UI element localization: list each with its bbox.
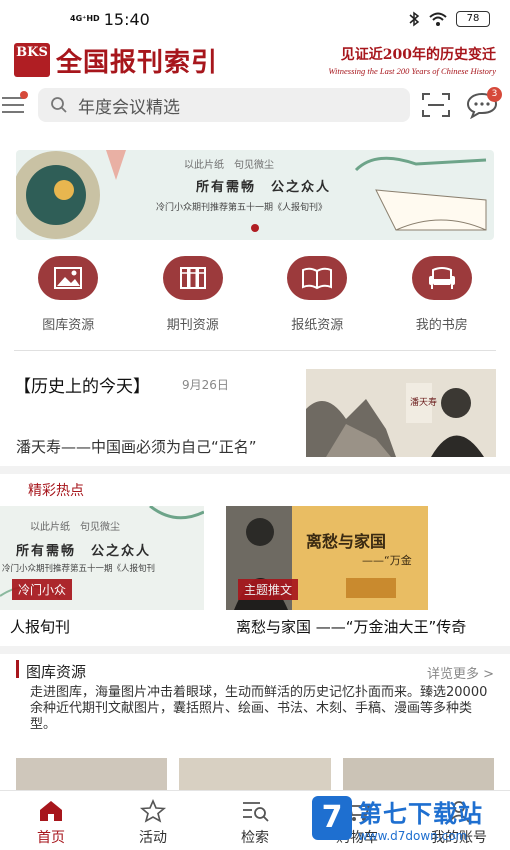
slogan-en: Witnessing the Last 200 Years of Chinese… <box>328 66 496 76</box>
quick-nav-label: 我的书房 <box>415 318 468 333</box>
quick-nav-newspapers[interactable]: 报纸资源 <box>267 256 367 333</box>
scan-icon <box>422 93 450 117</box>
banner-line3: 冷门小众期刊推荐第五十一期《人报旬刊》 <box>156 203 328 213</box>
brand-header: BKS 全国报刊索引 见证近200年的历史变迁 Witnessing the L… <box>0 38 510 82</box>
message-badge: 3 <box>487 87 502 102</box>
tab-search[interactable]: 检索 <box>204 791 306 850</box>
watermark-url: www.d7down.com <box>358 828 468 843</box>
today-history-image[interactable]: 潘天寿 <box>306 369 496 457</box>
hot-card-1-line3: 冷门小众期刊推荐第五十一期《人报旬刊 <box>2 564 156 574</box>
search-input[interactable]: 年度会议精选 <box>38 88 410 122</box>
today-history-date: 9月26日 <box>182 378 229 392</box>
quick-nav: 图库资源 期刊资源 报纸资源 我的书房 <box>0 256 510 333</box>
tab-label: 活动 <box>139 830 167 846</box>
section-gap <box>0 466 510 474</box>
status-time: 15:40 <box>103 9 150 29</box>
hot-card-1-caption[interactable]: 人报旬刊 <box>10 616 70 637</box>
status-bar: 4G⁺HD 15:40 78 <box>0 0 510 38</box>
open-book-icon <box>302 267 333 290</box>
hot-card-1-tag: 冷门小众 <box>12 579 73 600</box>
q-icon-wrap <box>411 256 472 300</box>
quick-nav-label: 报纸资源 <box>291 318 344 333</box>
q-icon-wrap <box>162 256 223 300</box>
search-list-icon <box>243 802 269 822</box>
menu-icon-line <box>2 111 24 113</box>
banner-line1: 以此片纸 句见微尘 <box>184 160 274 171</box>
tab-activity[interactable]: 活动 <box>102 791 204 850</box>
hot-card-1-line2: 所有需畅 公之众人 <box>16 544 152 559</box>
hot-card-2-caption[interactable]: 离愁与家国 ——“万金油大王”传奇 <box>236 616 466 637</box>
star-icon <box>139 799 167 823</box>
quick-nav-label: 期刊资源 <box>166 318 219 333</box>
network-indicator: 4G⁺HD <box>70 14 100 23</box>
gallery-more-link[interactable]: 详览更多 > <box>427 663 494 682</box>
gallery-description: 走进图库，海量图片冲击着眼球，生动而鲜活的历史记忆扑面而来。臻选20000余种近… <box>30 685 488 732</box>
message-button[interactable]: 3 <box>462 87 502 123</box>
section-marker <box>16 660 19 678</box>
hot-card-2-tag: 主题推文 <box>238 579 299 600</box>
notification-dot <box>20 91 28 99</box>
svg-text:潘天寿: 潘天寿 <box>410 396 437 408</box>
app-logo: BKS <box>14 43 50 77</box>
bluetooth-icon <box>409 11 420 27</box>
quick-nav-my-study[interactable]: 我的书房 <box>392 256 492 333</box>
search-placeholder: 年度会议精选 <box>78 97 180 118</box>
menu-icon-line <box>2 104 24 106</box>
banner-carousel[interactable]: 以此片纸 句见微尘 所有需畅 公之众人 冷门小众期刊推荐第五十一期《人报旬刊》 <box>16 150 494 240</box>
books-icon <box>179 267 206 289</box>
carousel-dots <box>251 224 259 232</box>
scan-button[interactable] <box>416 87 456 123</box>
today-history-article[interactable]: 潘天寿——中国画必须为自己“正名” <box>16 436 257 457</box>
portrait-image: 潘天寿 <box>306 369 496 457</box>
tab-label: 首页 <box>37 830 65 846</box>
search-icon <box>51 97 67 113</box>
battery-indicator: 78 <box>456 11 490 27</box>
image-icon <box>54 267 83 289</box>
status-right: 78 <box>408 11 490 27</box>
hot-section-title: 精彩热点 <box>28 483 84 499</box>
search-row: 年度会议精选 3 <box>0 82 510 128</box>
q-icon-wrap <box>38 256 99 300</box>
quick-nav-label: 图库资源 <box>42 318 95 333</box>
watermark-name: 第七下载站 <box>358 799 483 828</box>
site-watermark: 7 第七下载站 www.d7down.com <box>312 790 502 846</box>
watermark-logo: 7 <box>312 796 352 840</box>
tab-label: 检索 <box>241 830 269 846</box>
slogan: 见证近200年的历史变迁 Witnessing the Last 200 Yea… <box>328 44 496 76</box>
wifi-icon <box>429 12 447 26</box>
section-gap <box>0 646 510 654</box>
app-name: 全国报刊索引 <box>56 47 219 78</box>
hot-card-2[interactable]: 离愁与家国 ——“万金 主题推文 <box>226 506 428 610</box>
hot-card-1[interactable]: 以此片纸 句见微尘 所有需畅 公之众人 冷门小众期刊推荐第五十一期《人报旬刊 冷… <box>0 506 204 610</box>
armchair-icon <box>428 267 455 289</box>
today-history-title: 【历史上的今天】 <box>14 377 150 397</box>
hot-card-2-line2: ——“万金 <box>362 554 412 567</box>
watermark-text: 第七下载站 www.d7down.com <box>358 794 483 843</box>
q-icon-wrap <box>287 256 348 300</box>
quick-nav-periodicals[interactable]: 期刊资源 <box>143 256 243 333</box>
tab-home[interactable]: 首页 <box>0 791 102 850</box>
menu-button[interactable] <box>0 87 32 123</box>
hot-card-2-line1: 离愁与家国 <box>306 532 387 551</box>
logo-text: BKS <box>16 45 48 60</box>
banner-line2: 所有需畅 公之众人 <box>196 180 332 195</box>
carousel-dot[interactable] <box>251 224 259 232</box>
gallery-section-title: 图库资源 <box>26 663 87 681</box>
home-icon <box>40 801 62 821</box>
slogan-zh: 见证近200年的历史变迁 <box>340 47 496 63</box>
hot-card-1-line1: 以此片纸 句见微尘 <box>30 522 120 533</box>
divider <box>14 350 496 351</box>
quick-nav-gallery[interactable]: 图库资源 <box>18 256 118 333</box>
